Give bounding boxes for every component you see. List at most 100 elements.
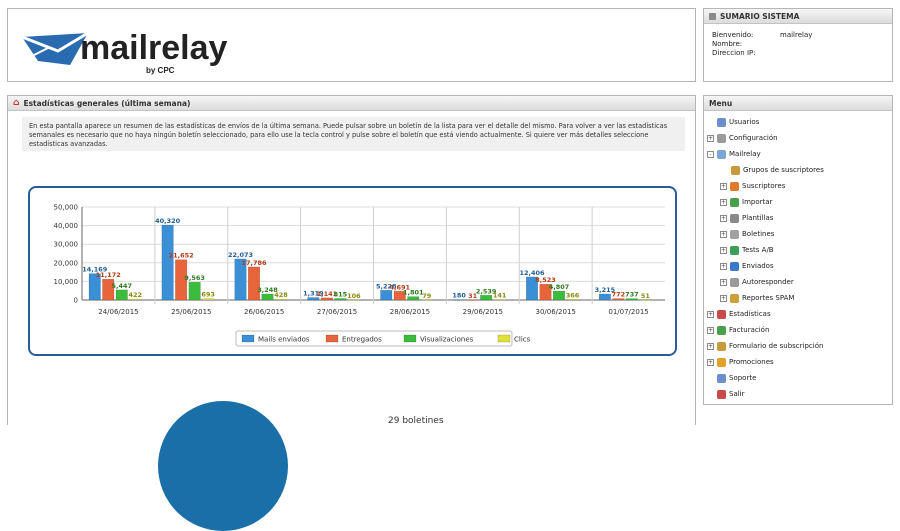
groups-icon (731, 165, 740, 175)
expand-icon[interactable]: + (720, 262, 727, 270)
menu-item-newsletters[interactable]: + Boletines (704, 226, 892, 242)
menu-item-autoresponder[interactable]: + Autoresponder (704, 274, 892, 290)
expand-icon[interactable]: + (707, 310, 714, 318)
menu-panel: Menu Usuarios + Configuración - Mailrelay Gru… (703, 95, 893, 405)
summary-label: Bienvenido: (712, 31, 754, 39)
menu-item-form[interactable]: + Formulario de subscripción (704, 338, 892, 354)
mailrelay-icon (717, 149, 726, 159)
summary-row: Nombre: (704, 40, 892, 49)
legend-swatch (325, 334, 339, 343)
x-tick-label: 30/06/2015 (536, 308, 576, 316)
menu-item-spam-reports[interactable]: + Reportes SPAM (704, 290, 892, 306)
bar-visualizaciones (625, 298, 638, 301)
menu-item-billing[interactable]: + Facturación (704, 322, 892, 338)
y-tick-label: 20,000 (54, 259, 79, 267)
menu-item-support[interactable]: Soporte (704, 370, 892, 386)
expand-icon[interactable]: + (720, 214, 727, 222)
expand-icon[interactable]: + (720, 230, 727, 238)
statistics-icon (717, 309, 726, 319)
x-tick-label: 29/06/2015 (463, 308, 503, 316)
bar-visualizaciones (334, 298, 347, 301)
data-label: 5,447 (111, 282, 132, 290)
x-tick-label: 24/06/2015 (98, 308, 138, 316)
bar-visualizaciones (261, 293, 274, 301)
menu-item-label: Promociones (729, 358, 774, 366)
bar-visualizaciones (188, 281, 201, 301)
expand-icon[interactable]: + (720, 278, 727, 286)
menu-item-label: Plantillas (742, 214, 774, 222)
bar-clics (639, 299, 652, 301)
menu-item-promotions[interactable]: + Promociones (704, 354, 892, 370)
stats-panel: ⌂ Estadísticas generales (última semana)… (7, 95, 696, 531)
menu-item-label: Boletines (742, 230, 775, 238)
collapse-icon[interactable]: - (707, 150, 714, 158)
bar-mails-enviados (307, 297, 320, 301)
x-tick-label: 27/06/2015 (317, 308, 357, 316)
expand-icon[interactable]: + (707, 358, 714, 366)
data-label: 51 (641, 292, 651, 300)
summary-rows: Bienvenido: mailrelay Nombre: Direccion IP: (704, 24, 892, 58)
config-icon (717, 133, 726, 143)
data-label: 693 (201, 291, 215, 299)
stats-header: ⌂ Estadísticas generales (última semana) (8, 96, 695, 111)
data-label: 79 (422, 292, 432, 300)
data-label: 815 (334, 290, 348, 298)
menu-item-label: Suscriptores (742, 182, 786, 190)
expand-icon[interactable]: + (720, 182, 727, 190)
menu-item-users[interactable]: Usuarios (704, 114, 892, 130)
menu-item-label: Usuarios (729, 118, 760, 126)
expand-icon[interactable]: + (707, 342, 714, 350)
menu-item-import[interactable]: + Importar (704, 194, 892, 210)
data-label: 772 (612, 291, 626, 299)
bar-visualizaciones (553, 290, 565, 301)
menu-item-label: Facturación (729, 326, 770, 334)
data-label: 40,320 (155, 217, 181, 225)
data-label: 737 (625, 291, 639, 299)
menu-item-label: Autoresponder (742, 278, 794, 286)
expand-icon[interactable]: + (707, 326, 714, 334)
expand-icon[interactable]: + (707, 134, 714, 142)
summary-icon (709, 12, 716, 20)
bar-mails-enviados (598, 293, 611, 301)
data-label: 366 (566, 291, 580, 299)
summary-panel: SUMARIO SISTEMA Bienvenido: mailrelay Nomb… (703, 8, 893, 82)
expand-icon[interactable]: + (720, 198, 727, 206)
bar-clics (347, 299, 360, 301)
bar-clics (129, 298, 142, 301)
bar-entregados (320, 297, 333, 301)
bar-visualizaciones (480, 295, 493, 301)
expand-icon[interactable]: + (720, 246, 727, 254)
menu-item-config[interactable]: + Configuración (704, 130, 892, 146)
data-label: 1,801 (403, 289, 424, 297)
menu-item-templates[interactable]: + Plantillas (704, 210, 892, 226)
support-icon (717, 373, 726, 383)
data-label: 21,652 (169, 252, 194, 260)
donut-chart (158, 401, 288, 531)
menu-item-statistics[interactable]: + Estadísticas (704, 306, 892, 322)
bar-mails-enviados (453, 299, 466, 301)
menu-item-sent[interactable]: + Enviados (704, 258, 892, 274)
menu-item-label: Tests A/B (742, 246, 774, 254)
summary-value: mailrelay (780, 31, 813, 39)
legend-label: Visualizaciones (420, 336, 474, 344)
stats-chart: 0 10,000 20,000 30,000 40,000 50,000 14,169 11,… (28, 186, 677, 356)
data-label: 22,073 (228, 251, 253, 259)
autoresponder-icon (730, 277, 739, 287)
expand-icon[interactable]: + (720, 294, 727, 302)
data-label: 428 (274, 291, 288, 299)
bar-entregados (466, 299, 479, 301)
x-tick-label: 28/06/2015 (390, 308, 430, 316)
bar-visualizaciones (115, 289, 128, 301)
data-label: 4,807 (549, 283, 570, 291)
menu-item-ab-tests[interactable]: + Tests A/B (704, 242, 892, 258)
summary-row: Bienvenido: mailrelay (704, 31, 892, 40)
summary-label: Direccion IP: (712, 49, 756, 57)
menu-item-logout[interactable]: Salir (704, 386, 892, 402)
menu-item-mailrelay[interactable]: - Mailrelay (704, 146, 892, 162)
y-tick-label: 30,000 (54, 241, 79, 249)
summary-header: SUMARIO SISTEMA (704, 9, 892, 24)
bar-entregados (248, 266, 260, 301)
menu-item-subscribers[interactable]: + Suscriptores (704, 178, 892, 194)
menu-item-groups[interactable]: Grupos de suscriptores (704, 162, 892, 178)
data-label: 180 (452, 292, 466, 300)
